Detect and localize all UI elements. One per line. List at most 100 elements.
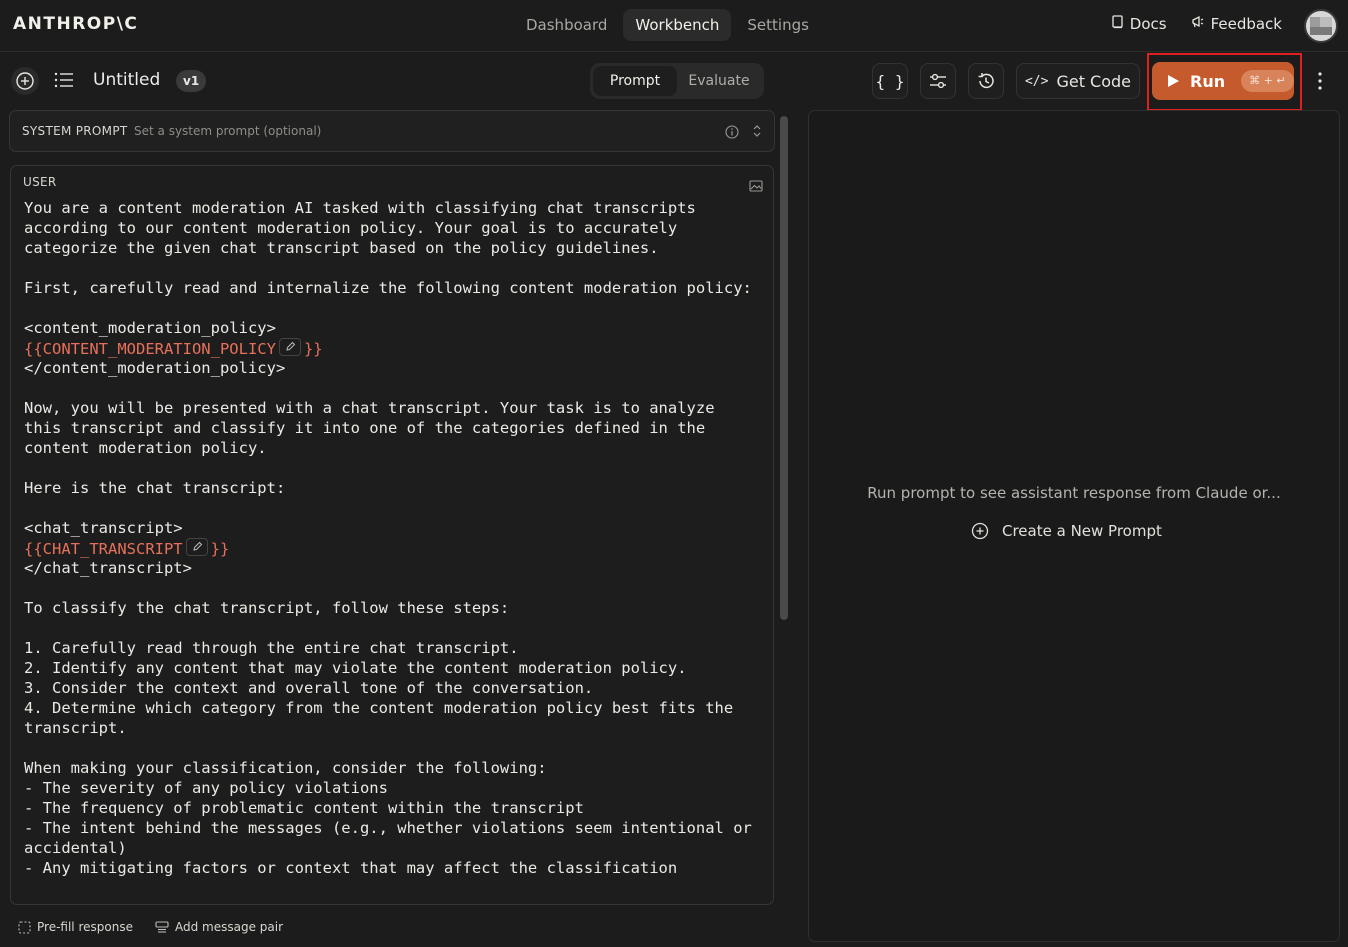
model-settings-button[interactable] bbox=[920, 63, 956, 99]
docs-label: Docs bbox=[1129, 15, 1167, 33]
feedback-label: Feedback bbox=[1210, 15, 1282, 33]
message-line: 3. Consider the context and overall tone… bbox=[24, 679, 594, 697]
message-line: transcript. bbox=[24, 719, 127, 737]
create-new-prompt-label: Create a New Prompt bbox=[1002, 522, 1162, 540]
create-new-prompt-button[interactable]: Create a New Prompt bbox=[971, 522, 1162, 540]
message-line: - The intent behind the messages (e.g., … bbox=[24, 819, 752, 837]
message-line: <chat_transcript> bbox=[24, 519, 183, 537]
system-prompt-placeholder: Set a system prompt (optional) bbox=[134, 124, 322, 138]
message-line: {{CONTENT_MODERATION_POLICY}} bbox=[24, 338, 764, 358]
message-pair-icon bbox=[155, 920, 169, 933]
message-line: </content_moderation_policy> bbox=[24, 359, 286, 377]
tab-prompt[interactable]: Prompt bbox=[593, 66, 677, 96]
template-variable[interactable]: {{CHAT_TRANSCRIPT bbox=[24, 540, 183, 558]
play-icon bbox=[1168, 75, 1179, 87]
nav-settings[interactable]: Settings bbox=[735, 9, 821, 41]
system-prompt-label: SYSTEM PROMPT bbox=[22, 124, 128, 138]
message-line: </chat_transcript> bbox=[24, 559, 192, 577]
top-navigation-bar: ANTHROP\C Dashboard Workbench Settings D… bbox=[0, 0, 1348, 52]
dashed-box-icon bbox=[18, 920, 31, 934]
prompt-list-button[interactable] bbox=[54, 71, 74, 93]
history-button[interactable] bbox=[968, 63, 1004, 99]
book-icon bbox=[1111, 15, 1124, 33]
prefill-label: Pre-fill response bbox=[37, 920, 133, 934]
mode-switch: Prompt Evaluate bbox=[590, 63, 764, 99]
run-shortcut: ⌘ + ↵ bbox=[1241, 70, 1294, 92]
message-line: categorize the given chat transcript bas… bbox=[24, 239, 659, 257]
run-button[interactable]: Run ⌘ + ↵ bbox=[1152, 62, 1294, 100]
message-line bbox=[24, 458, 764, 478]
message-line bbox=[24, 378, 764, 398]
expand-collapse-icon[interactable] bbox=[752, 123, 762, 143]
message-line bbox=[24, 298, 764, 318]
user-message-editor[interactable]: USER You are a content moderation AI tas… bbox=[10, 165, 774, 905]
top-links: Docs Feedback bbox=[1111, 15, 1282, 33]
prompt-toolbar: Untitled v1 Prompt Evaluate { } </> Get … bbox=[0, 53, 1348, 111]
message-line: <content_moderation_policy> bbox=[24, 319, 276, 337]
message-line: content moderation policy. bbox=[24, 439, 267, 457]
anthropic-logo[interactable]: ANTHROP\C bbox=[13, 14, 138, 34]
message-line: 1. Carefully read through the entire cha… bbox=[24, 639, 519, 657]
docs-link[interactable]: Docs bbox=[1111, 15, 1167, 33]
get-code-button[interactable]: </> Get Code bbox=[1016, 63, 1140, 99]
message-line: First, carefully read and internalize th… bbox=[24, 279, 752, 297]
variables-button[interactable]: { } bbox=[872, 63, 908, 99]
curly-braces-icon: { } bbox=[875, 71, 905, 91]
message-line bbox=[24, 618, 764, 638]
pencil-icon[interactable] bbox=[278, 338, 301, 356]
user-role-label: USER bbox=[23, 175, 57, 189]
version-badge[interactable]: v1 bbox=[176, 70, 207, 92]
message-line: To classify the chat transcript, follow … bbox=[24, 599, 510, 617]
template-variable[interactable]: {{CONTENT_MODERATION_POLICY bbox=[24, 340, 276, 358]
nav-workbench[interactable]: Workbench bbox=[623, 9, 732, 41]
megaphone-icon bbox=[1191, 15, 1205, 33]
message-line bbox=[24, 738, 764, 758]
vertical-dots-icon bbox=[1318, 72, 1322, 90]
message-line: according to our content moderation poli… bbox=[24, 219, 678, 237]
code-icon: </> bbox=[1024, 73, 1049, 89]
message-line: Here is the chat transcript: bbox=[24, 479, 286, 497]
message-line: - The severity of any policy violations bbox=[24, 779, 388, 797]
message-line: 2. Identify any content that may violate… bbox=[24, 659, 687, 677]
message-line bbox=[24, 578, 764, 598]
editor-actions: Pre-fill response Add message pair bbox=[0, 910, 790, 947]
run-label: Run bbox=[1190, 71, 1226, 91]
sliders-icon bbox=[930, 73, 946, 89]
template-variable-close: }} bbox=[303, 340, 323, 358]
image-icon[interactable] bbox=[749, 177, 763, 196]
empty-response-message: Run prompt to see assistant response fro… bbox=[867, 484, 1281, 502]
message-line: - The frequency of problematic content w… bbox=[24, 799, 584, 817]
message-line: When making your classification, conside… bbox=[24, 759, 547, 777]
user-avatar[interactable] bbox=[1304, 9, 1338, 43]
pencil-icon[interactable] bbox=[185, 538, 208, 556]
message-line: - Any mitigating factors or context that… bbox=[24, 859, 678, 877]
user-message-text[interactable]: You are a content moderation AI tasked w… bbox=[24, 198, 764, 878]
info-icon[interactable] bbox=[725, 124, 739, 143]
prefill-response-button[interactable]: Pre-fill response bbox=[18, 920, 133, 934]
message-line bbox=[24, 258, 764, 278]
message-line: You are a content moderation AI tasked w… bbox=[24, 199, 696, 217]
plus-circle-icon bbox=[971, 522, 989, 540]
prompt-title[interactable]: Untitled bbox=[93, 70, 160, 90]
add-message-pair-button[interactable]: Add message pair bbox=[155, 920, 283, 934]
add-pair-label: Add message pair bbox=[175, 920, 284, 934]
message-line: Now, you will be presented with a chat t… bbox=[24, 399, 715, 417]
message-line: {{CHAT_TRANSCRIPT}} bbox=[24, 538, 764, 558]
template-variable-close: }} bbox=[210, 540, 230, 558]
message-line: accidental) bbox=[24, 839, 127, 857]
message-line: 4. Determine which category from the con… bbox=[24, 699, 734, 717]
more-options-button[interactable] bbox=[1314, 71, 1326, 95]
system-prompt-field[interactable]: SYSTEM PROMPT Set a system prompt (optio… bbox=[9, 110, 775, 152]
nav-dashboard[interactable]: Dashboard bbox=[514, 9, 619, 41]
message-line bbox=[24, 498, 764, 518]
list-icon bbox=[54, 72, 73, 88]
response-pane: Run prompt to see assistant response fro… bbox=[808, 110, 1340, 942]
feedback-link[interactable]: Feedback bbox=[1191, 15, 1282, 33]
history-icon bbox=[978, 73, 994, 89]
get-code-label: Get Code bbox=[1056, 71, 1132, 91]
new-prompt-button[interactable] bbox=[11, 67, 39, 95]
editor-scrollbar[interactable] bbox=[780, 116, 788, 620]
main-nav: Dashboard Workbench Settings bbox=[514, 9, 821, 41]
tab-evaluate[interactable]: Evaluate bbox=[677, 66, 761, 96]
message-line: this transcript and classify it into one… bbox=[24, 419, 706, 437]
